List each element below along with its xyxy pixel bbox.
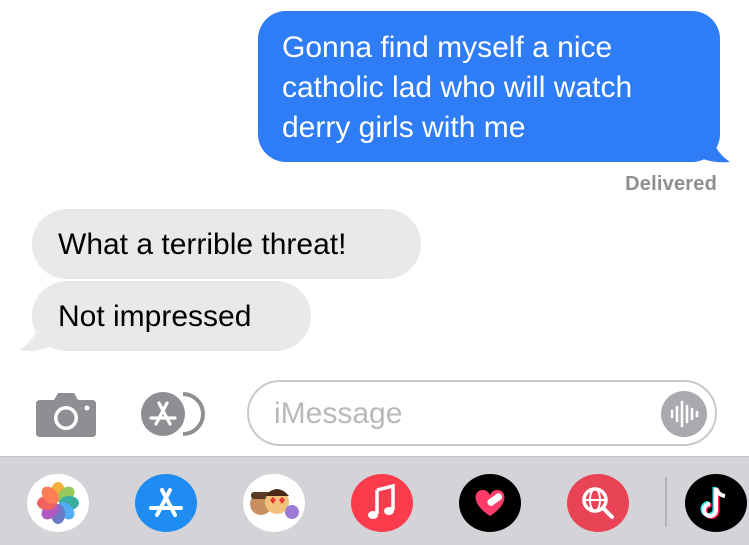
imessage-input[interactable]: iMessage: [247, 380, 717, 446]
received-message-bubble[interactable]: What a terrible threat!: [32, 209, 421, 279]
digital-touch-icon: [459, 474, 521, 532]
imessage-placeholder: iMessage: [274, 397, 403, 430]
received-message-text: Not impressed: [58, 300, 252, 333]
sent-message-line: derry girls with me: [282, 111, 526, 144]
camera-button[interactable]: [34, 390, 98, 438]
audio-message-icon: [670, 400, 699, 428]
sent-bubble-tail: [690, 128, 730, 163]
audio-message-button[interactable]: [661, 391, 707, 437]
photos-app-button[interactable]: [27, 474, 89, 532]
images-search-app-button[interactable]: [567, 474, 629, 532]
sent-message-line: Gonna find myself a nice: [282, 31, 613, 64]
memoji-app-button[interactable]: [243, 474, 305, 532]
music-icon: [351, 474, 413, 532]
app-store-icon: [135, 474, 197, 532]
camera-icon: [36, 393, 96, 437]
tiktok-app-button[interactable]: [685, 474, 747, 532]
app-store-icon: [141, 392, 205, 436]
app-drawer: [0, 456, 749, 545]
digital-touch-app-button[interactable]: [459, 474, 521, 532]
app-store-app-button[interactable]: [135, 474, 197, 532]
received-message-text: What a terrible threat!: [58, 228, 347, 261]
images-search-icon: [567, 474, 629, 532]
drawer-divider: [665, 477, 667, 527]
received-message-bubble[interactable]: Not impressed: [32, 281, 311, 351]
delivered-status: Delivered: [625, 173, 717, 195]
app-store-button[interactable]: [135, 390, 215, 438]
music-app-button[interactable]: [351, 474, 413, 532]
sent-message-line: catholic lad who will watch: [282, 71, 633, 104]
received-bubble-tail: [19, 318, 59, 351]
photos-icon: [27, 474, 89, 532]
memoji-stickers-icon: [243, 474, 305, 532]
sent-message-bubble[interactable]: Gonna find myself a nice catholic lad wh…: [258, 11, 720, 162]
tiktok-icon: [685, 474, 747, 532]
